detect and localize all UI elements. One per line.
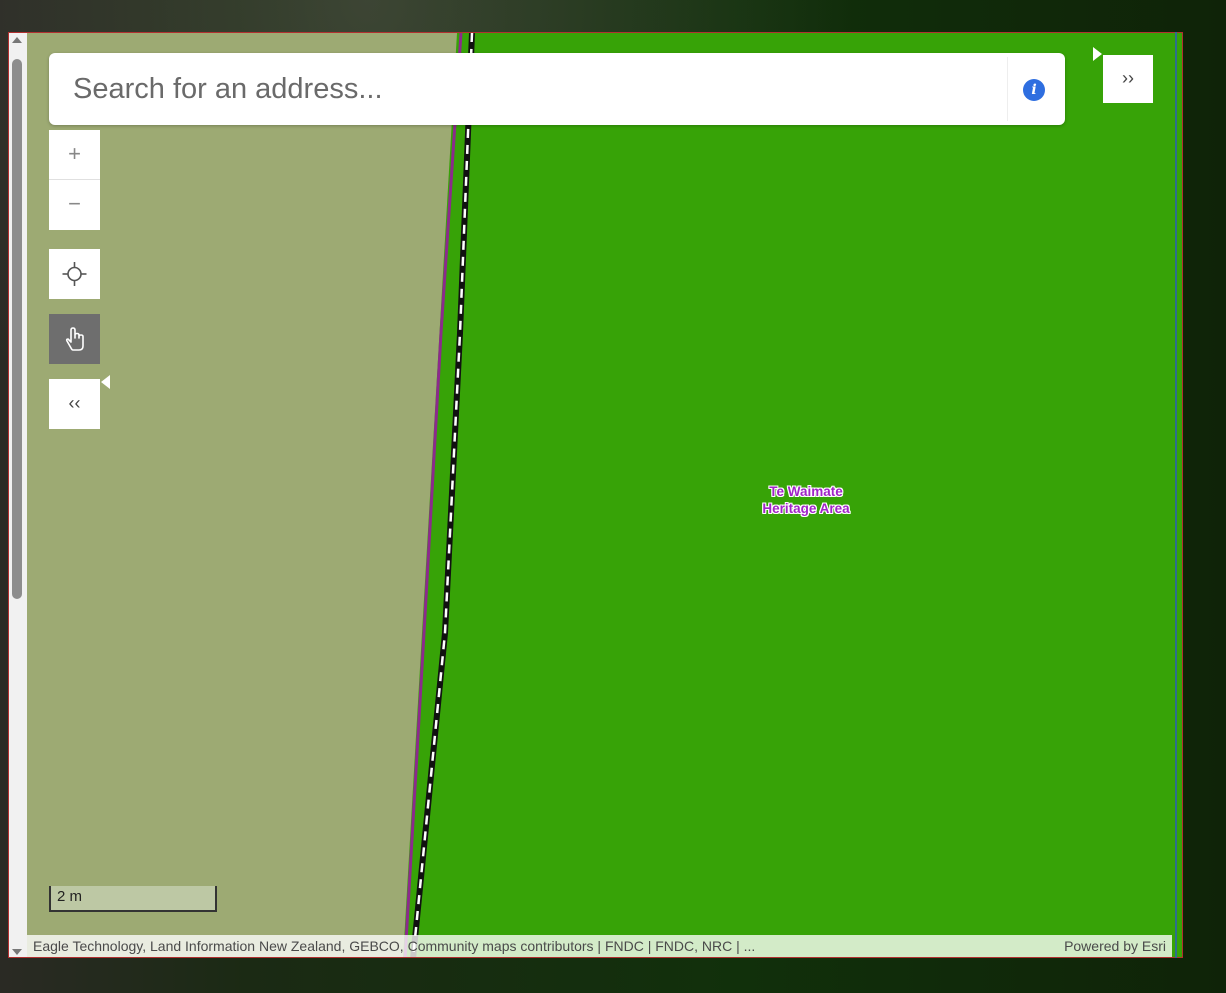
scale-bar: 2 m [49,886,217,912]
map-canvas[interactable] [9,33,1183,958]
info-icon[interactable]: i [1023,79,1045,101]
map-view[interactable]: i ›› + − ‹‹ Te Waimate Heritage Area 2 m… [8,32,1183,958]
zoom-controls: + − [49,130,100,230]
map-label-line1: Te Waimate [769,484,843,499]
collapse-panel-button[interactable]: ‹‹ [49,379,100,429]
panel-pointer-left-icon [101,375,110,389]
scrollbar-thumb[interactable] [12,59,22,599]
expand-icon: ›› [1122,68,1134,88]
locate-icon [62,262,87,286]
scale-label: 2 m [57,888,83,905]
expand-panel-button[interactable]: ›› [1103,55,1153,103]
heritage-area-label: Te Waimate Heritage Area [701,483,911,517]
attribution-bar: Eagle Technology, Land Information New Z… [27,935,1172,957]
locate-button[interactable] [49,249,100,299]
left-scrollbar[interactable] [9,33,27,957]
zoom-out-button[interactable]: − [49,180,100,230]
map-right-border [1175,32,1177,958]
pan-hand-icon [65,327,84,351]
search-divider [1007,57,1008,121]
attribution-text[interactable]: Eagle Technology, Land Information New Z… [33,935,755,957]
collapse-icon: ‹‹ [68,393,81,413]
scroll-down-arrow-icon[interactable] [12,949,22,955]
pan-mode-button[interactable] [49,314,100,364]
search-input[interactable] [49,53,1004,125]
powered-by-link[interactable]: Powered by Esri [1064,935,1166,957]
panel-pointer-icon [1093,47,1102,61]
search-widget: i [49,53,1065,125]
map-label-line2: Heritage Area [762,501,850,516]
scroll-up-arrow-icon[interactable] [12,37,22,43]
zoom-in-button[interactable]: + [49,130,100,180]
